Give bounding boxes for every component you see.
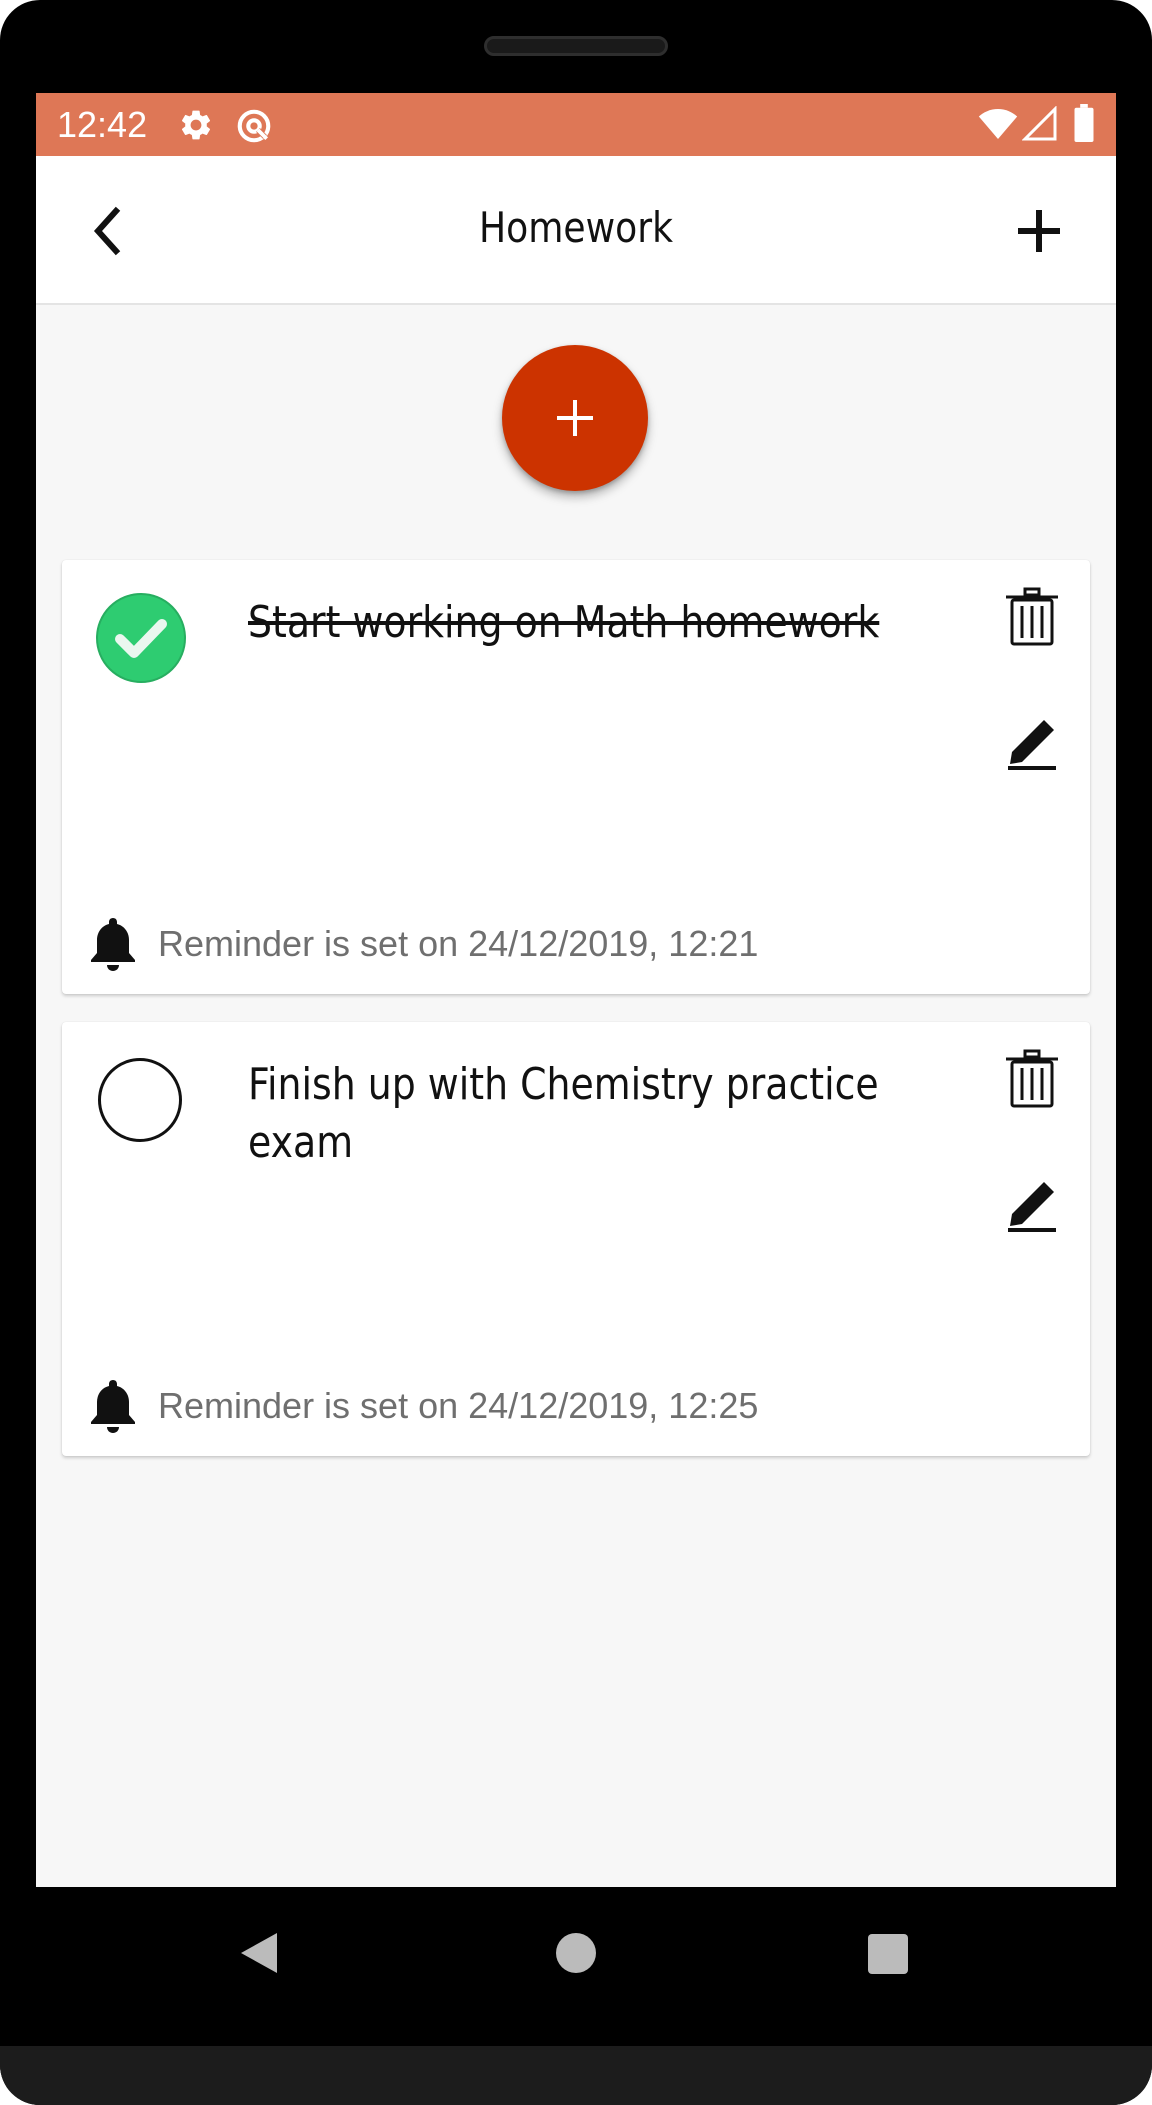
check-circle-icon[interactable] xyxy=(96,593,186,683)
gear-icon xyxy=(181,110,211,140)
add-task-fab[interactable] xyxy=(502,345,648,491)
page-title: Homework xyxy=(478,203,674,252)
wifi-icon xyxy=(978,109,1018,139)
trash-icon xyxy=(1006,1049,1058,1108)
reminder-text: Reminder is set on 24/12/2019, 12:25 xyxy=(158,1385,759,1426)
task-card: Start working on Math homework Reminder … xyxy=(62,560,1090,994)
edit-button[interactable] xyxy=(1002,708,1062,770)
signal-icon xyxy=(1022,106,1057,141)
bell-icon xyxy=(91,918,135,971)
app-bar: Homework xyxy=(36,156,1116,305)
device-frame: 12:42 Homework Start working on Math hom… xyxy=(0,0,1152,2105)
delete-button[interactable] xyxy=(1002,1048,1062,1110)
task-title: Start working on Math homework xyxy=(248,597,880,648)
edit-button[interactable] xyxy=(1002,1170,1062,1232)
plus-icon xyxy=(1018,210,1060,252)
status-bar: 12:42 xyxy=(36,93,1116,156)
reminder-text: Reminder is set on 24/12/2019, 12:21 xyxy=(158,923,759,964)
nav-home-icon[interactable] xyxy=(556,1933,596,1973)
delete-button[interactable] xyxy=(1002,586,1062,648)
task-title: Finish up with Chemistry practice exam xyxy=(248,1059,879,1168)
speaker-grille xyxy=(484,36,668,56)
status-time: 12:42 xyxy=(57,104,148,145)
device-chin xyxy=(0,2046,1152,2105)
screen: 12:42 Homework Start working on Math hom… xyxy=(36,93,1116,1887)
pencil-icon xyxy=(1008,720,1056,770)
trash-icon xyxy=(1006,587,1058,646)
navigation-bar xyxy=(36,1887,1116,2046)
nav-back-icon[interactable] xyxy=(239,1931,279,1975)
task-card: Finish up with Chemistry practice exam R… xyxy=(62,1022,1090,1456)
nav-recents-icon[interactable] xyxy=(868,1934,908,1974)
plus-icon xyxy=(557,400,593,436)
pencil-icon xyxy=(1008,1182,1056,1232)
battery-icon xyxy=(1074,104,1094,142)
sync-icon xyxy=(237,109,271,143)
bell-icon xyxy=(91,1380,135,1433)
add-button[interactable] xyxy=(1004,196,1074,266)
empty-circle-icon[interactable] xyxy=(98,1058,182,1142)
